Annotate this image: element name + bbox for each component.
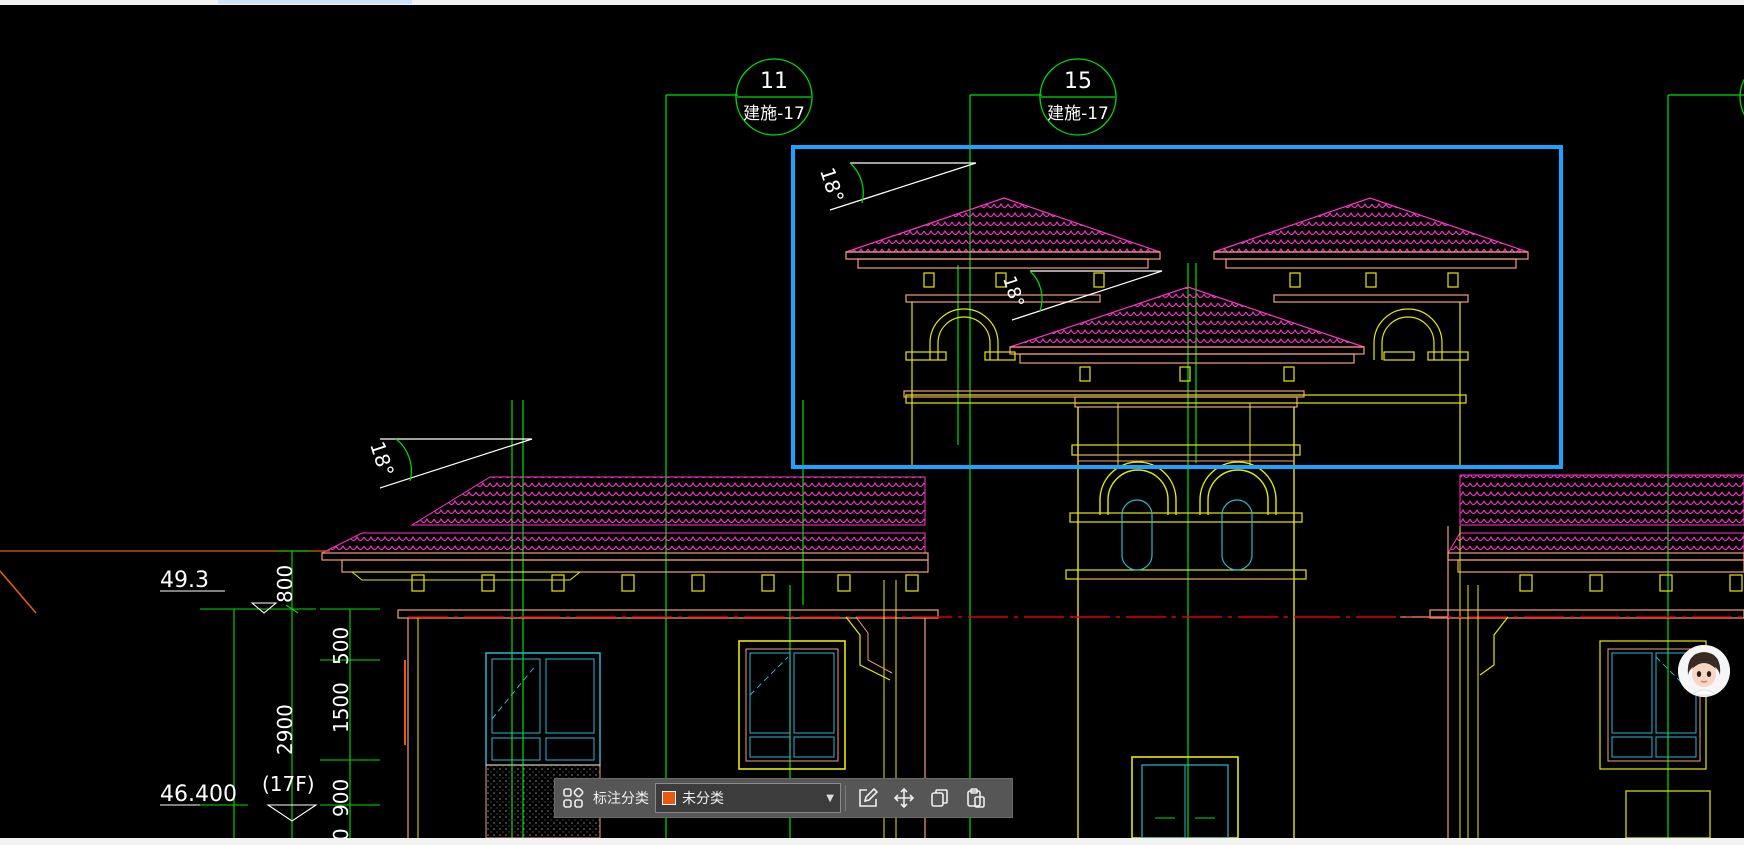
right-building bbox=[1300, 474, 1744, 838]
edit-icon[interactable] bbox=[850, 778, 886, 818]
grid-icon[interactable] bbox=[555, 778, 591, 818]
elevation-top-label: 49.3 bbox=[160, 568, 209, 593]
annotation-toolbar: 标注分类 未分类 ▼ bbox=[554, 778, 1013, 818]
category-select[interactable]: 未分类 ▼ bbox=[655, 783, 841, 813]
axis-tag-11-number: 11 bbox=[760, 69, 788, 94]
dim-900: 900 bbox=[329, 779, 353, 817]
assistant-avatar[interactable] bbox=[1678, 645, 1730, 697]
dimension-annotations: 49.3 46.400 (17F) 800 2900 500 1500 900 … bbox=[160, 550, 380, 838]
toolbar-divider bbox=[845, 785, 846, 811]
angle-label-upper-left: 18° bbox=[815, 164, 849, 205]
dim-800: 800 bbox=[273, 565, 297, 603]
axis-tag-15-number: 15 bbox=[1064, 69, 1092, 94]
axis-tag-15-ref: 建施-17 bbox=[1047, 104, 1109, 124]
copy-icon[interactable] bbox=[922, 778, 958, 818]
dim-1500: 1500 bbox=[329, 682, 353, 733]
angle-annotation-upper-left: 18° bbox=[815, 162, 977, 211]
axis-tag-11-ref: 建施-17 bbox=[743, 104, 805, 124]
axis-tag-partial bbox=[1739, 78, 1744, 116]
angle-label-upper-mid: 18° bbox=[998, 273, 1028, 310]
paste-icon[interactable] bbox=[958, 778, 994, 818]
bottom-strip bbox=[0, 838, 1744, 845]
axis-tag-11[interactable]: 11 建施-17 bbox=[735, 58, 813, 136]
dim-0: 0 bbox=[329, 828, 353, 838]
chevron-down-icon: ▼ bbox=[826, 792, 834, 804]
active-tab-strip[interactable] bbox=[218, 0, 412, 4]
cad-canvas[interactable]: 11 建施-17 15 建施-17 18° 18° 18° 49.3 46.40… bbox=[0, 5, 1744, 838]
elevation-bottom-label: 46.400 bbox=[160, 782, 237, 807]
category-color-swatch bbox=[662, 791, 676, 805]
upper-roofs bbox=[845, 197, 1529, 465]
annotation-category-label: 标注分类 bbox=[593, 791, 649, 807]
dim-500: 500 bbox=[329, 627, 353, 665]
floor-tag-label: (17F) bbox=[262, 772, 315, 796]
category-select-value: 未分类 bbox=[682, 791, 724, 807]
move-icon[interactable] bbox=[886, 778, 922, 818]
dim-2900: 2900 bbox=[273, 704, 297, 755]
angle-label-left: 18° bbox=[365, 438, 399, 479]
center-tower bbox=[1065, 396, 1307, 838]
axis-tag-15[interactable]: 15 建施-17 bbox=[1039, 58, 1117, 136]
